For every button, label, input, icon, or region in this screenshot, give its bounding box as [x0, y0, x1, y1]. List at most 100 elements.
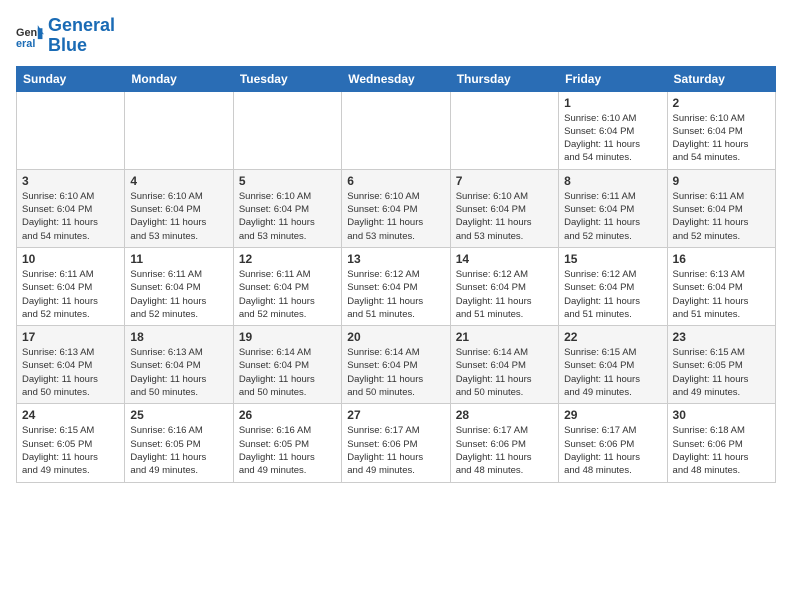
day-info: Sunrise: 6:14 AM Sunset: 6:04 PM Dayligh… — [347, 346, 444, 399]
calendar-cell: 9 Sunrise: 6:11 AM Sunset: 6:04 PM Daylig… — [667, 169, 775, 247]
day-info: Sunrise: 6:11 AM Sunset: 6:04 PM Dayligh… — [130, 268, 227, 321]
calendar-cell — [450, 91, 558, 169]
weekday-header: Sunday — [17, 66, 125, 91]
day-number: 2 — [673, 96, 770, 110]
calendar-cell: 7 Sunrise: 6:10 AM Sunset: 6:04 PM Daylig… — [450, 169, 558, 247]
day-info: Sunrise: 6:13 AM Sunset: 6:04 PM Dayligh… — [130, 346, 227, 399]
day-number: 12 — [239, 252, 336, 266]
day-number: 17 — [22, 330, 119, 344]
calendar-cell: 11 Sunrise: 6:11 AM Sunset: 6:04 PM Dayli… — [125, 247, 233, 325]
day-info: Sunrise: 6:10 AM Sunset: 6:04 PM Dayligh… — [673, 112, 770, 165]
calendar-cell — [233, 91, 341, 169]
day-info: Sunrise: 6:17 AM Sunset: 6:06 PM Dayligh… — [347, 424, 444, 477]
day-info: Sunrise: 6:15 AM Sunset: 6:05 PM Dayligh… — [673, 346, 770, 399]
day-number: 27 — [347, 408, 444, 422]
day-number: 14 — [456, 252, 553, 266]
day-info: Sunrise: 6:17 AM Sunset: 6:06 PM Dayligh… — [564, 424, 661, 477]
calendar-cell: 3Sunrise: 6:10 AM Sunset: 6:04 PM Daylig… — [17, 169, 125, 247]
calendar-cell: 27 Sunrise: 6:17 AM Sunset: 6:06 PM Dayli… — [342, 404, 450, 482]
day-number: 7 — [456, 174, 553, 188]
page-header: Gen eral GeneralBlue — [16, 16, 776, 56]
calendar-week-row: 10 Sunrise: 6:11 AM Sunset: 6:04 PM Dayli… — [17, 247, 776, 325]
day-number: 22 — [564, 330, 661, 344]
day-info: Sunrise: 6:18 AM Sunset: 6:06 PM Dayligh… — [673, 424, 770, 477]
calendar-cell: 24 Sunrise: 6:15 AM Sunset: 6:05 PM Dayli… — [17, 404, 125, 482]
calendar-cell: 21 Sunrise: 6:14 AM Sunset: 6:04 PM Dayli… — [450, 326, 558, 404]
day-info: Sunrise: 6:10 AM Sunset: 6:04 PM Dayligh… — [456, 190, 553, 243]
weekday-header: Tuesday — [233, 66, 341, 91]
calendar-week-row: 3Sunrise: 6:10 AM Sunset: 6:04 PM Daylig… — [17, 169, 776, 247]
day-info: Sunrise: 6:10 AM Sunset: 6:04 PM Dayligh… — [347, 190, 444, 243]
day-info: Sunrise: 6:11 AM Sunset: 6:04 PM Dayligh… — [239, 268, 336, 321]
day-info: Sunrise: 6:15 AM Sunset: 6:04 PM Dayligh… — [564, 346, 661, 399]
day-number: 24 — [22, 408, 119, 422]
weekday-header: Wednesday — [342, 66, 450, 91]
day-number: 13 — [347, 252, 444, 266]
calendar-cell: 14 Sunrise: 6:12 AM Sunset: 6:04 PM Dayli… — [450, 247, 558, 325]
day-number: 8 — [564, 174, 661, 188]
day-info: Sunrise: 6:10 AM Sunset: 6:04 PM Dayligh… — [130, 190, 227, 243]
day-number: 23 — [673, 330, 770, 344]
day-number: 29 — [564, 408, 661, 422]
logo-text: GeneralBlue — [48, 16, 115, 56]
day-number: 4 — [130, 174, 227, 188]
day-info: Sunrise: 6:12 AM Sunset: 6:04 PM Dayligh… — [564, 268, 661, 321]
calendar-cell — [125, 91, 233, 169]
day-number: 11 — [130, 252, 227, 266]
day-number: 6 — [347, 174, 444, 188]
calendar-cell: 17 Sunrise: 6:13 AM Sunset: 6:04 PM Dayli… — [17, 326, 125, 404]
calendar-cell: 8Sunrise: 6:11 AM Sunset: 6:04 PM Daylig… — [559, 169, 667, 247]
day-number: 21 — [456, 330, 553, 344]
logo: Gen eral GeneralBlue — [16, 16, 115, 56]
logo-icon: Gen eral — [16, 22, 44, 50]
weekday-header: Friday — [559, 66, 667, 91]
weekday-header: Thursday — [450, 66, 558, 91]
calendar-cell: 4 Sunrise: 6:10 AM Sunset: 6:04 PM Daylig… — [125, 169, 233, 247]
day-number: 26 — [239, 408, 336, 422]
day-info: Sunrise: 6:14 AM Sunset: 6:04 PM Dayligh… — [456, 346, 553, 399]
day-info: Sunrise: 6:12 AM Sunset: 6:04 PM Dayligh… — [347, 268, 444, 321]
day-number: 5 — [239, 174, 336, 188]
calendar-cell: 1Sunrise: 6:10 AM Sunset: 6:04 PM Daylig… — [559, 91, 667, 169]
calendar-week-row: 17 Sunrise: 6:13 AM Sunset: 6:04 PM Dayli… — [17, 326, 776, 404]
day-number: 16 — [673, 252, 770, 266]
calendar-cell: 30Sunrise: 6:18 AM Sunset: 6:06 PM Dayli… — [667, 404, 775, 482]
calendar-cell: 22 Sunrise: 6:15 AM Sunset: 6:04 PM Dayli… — [559, 326, 667, 404]
day-number: 9 — [673, 174, 770, 188]
day-number: 1 — [564, 96, 661, 110]
day-info: Sunrise: 6:13 AM Sunset: 6:04 PM Dayligh… — [673, 268, 770, 321]
calendar-cell: 28 Sunrise: 6:17 AM Sunset: 6:06 PM Dayli… — [450, 404, 558, 482]
calendar-cell: 12 Sunrise: 6:11 AM Sunset: 6:04 PM Dayli… — [233, 247, 341, 325]
calendar-cell: 23 Sunrise: 6:15 AM Sunset: 6:05 PM Dayli… — [667, 326, 775, 404]
calendar-cell — [342, 91, 450, 169]
calendar-cell — [17, 91, 125, 169]
calendar-cell: 6 Sunrise: 6:10 AM Sunset: 6:04 PM Daylig… — [342, 169, 450, 247]
day-info: Sunrise: 6:10 AM Sunset: 6:04 PM Dayligh… — [239, 190, 336, 243]
day-info: Sunrise: 6:11 AM Sunset: 6:04 PM Dayligh… — [22, 268, 119, 321]
calendar-cell: 13 Sunrise: 6:12 AM Sunset: 6:04 PM Dayli… — [342, 247, 450, 325]
calendar-cell: 16 Sunrise: 6:13 AM Sunset: 6:04 PM Dayli… — [667, 247, 775, 325]
day-number: 10 — [22, 252, 119, 266]
calendar-cell: 10 Sunrise: 6:11 AM Sunset: 6:04 PM Dayli… — [17, 247, 125, 325]
day-number: 20 — [347, 330, 444, 344]
day-info: Sunrise: 6:15 AM Sunset: 6:05 PM Dayligh… — [22, 424, 119, 477]
day-number: 28 — [456, 408, 553, 422]
calendar-cell: 2 Sunrise: 6:10 AM Sunset: 6:04 PM Daylig… — [667, 91, 775, 169]
svg-text:eral: eral — [16, 38, 35, 50]
day-info: Sunrise: 6:17 AM Sunset: 6:06 PM Dayligh… — [456, 424, 553, 477]
day-info: Sunrise: 6:12 AM Sunset: 6:04 PM Dayligh… — [456, 268, 553, 321]
calendar-week-row: 24 Sunrise: 6:15 AM Sunset: 6:05 PM Dayli… — [17, 404, 776, 482]
calendar-cell: 5 Sunrise: 6:10 AM Sunset: 6:04 PM Daylig… — [233, 169, 341, 247]
calendar-cell: 19Sunrise: 6:14 AM Sunset: 6:04 PM Dayli… — [233, 326, 341, 404]
calendar-cell: 26Sunrise: 6:16 AM Sunset: 6:05 PM Dayli… — [233, 404, 341, 482]
calendar-cell: 20 Sunrise: 6:14 AM Sunset: 6:04 PM Dayli… — [342, 326, 450, 404]
weekday-header: Saturday — [667, 66, 775, 91]
calendar-table: SundayMondayTuesdayWednesdayThursdayFrid… — [16, 66, 776, 483]
day-info: Sunrise: 6:13 AM Sunset: 6:04 PM Dayligh… — [22, 346, 119, 399]
calendar-cell: 15Sunrise: 6:12 AM Sunset: 6:04 PM Dayli… — [559, 247, 667, 325]
day-info: Sunrise: 6:10 AM Sunset: 6:04 PM Dayligh… — [22, 190, 119, 243]
day-info: Sunrise: 6:11 AM Sunset: 6:04 PM Dayligh… — [673, 190, 770, 243]
calendar-header-row: SundayMondayTuesdayWednesdayThursdayFrid… — [17, 66, 776, 91]
calendar-cell: 18Sunrise: 6:13 AM Sunset: 6:04 PM Dayli… — [125, 326, 233, 404]
weekday-header: Monday — [125, 66, 233, 91]
